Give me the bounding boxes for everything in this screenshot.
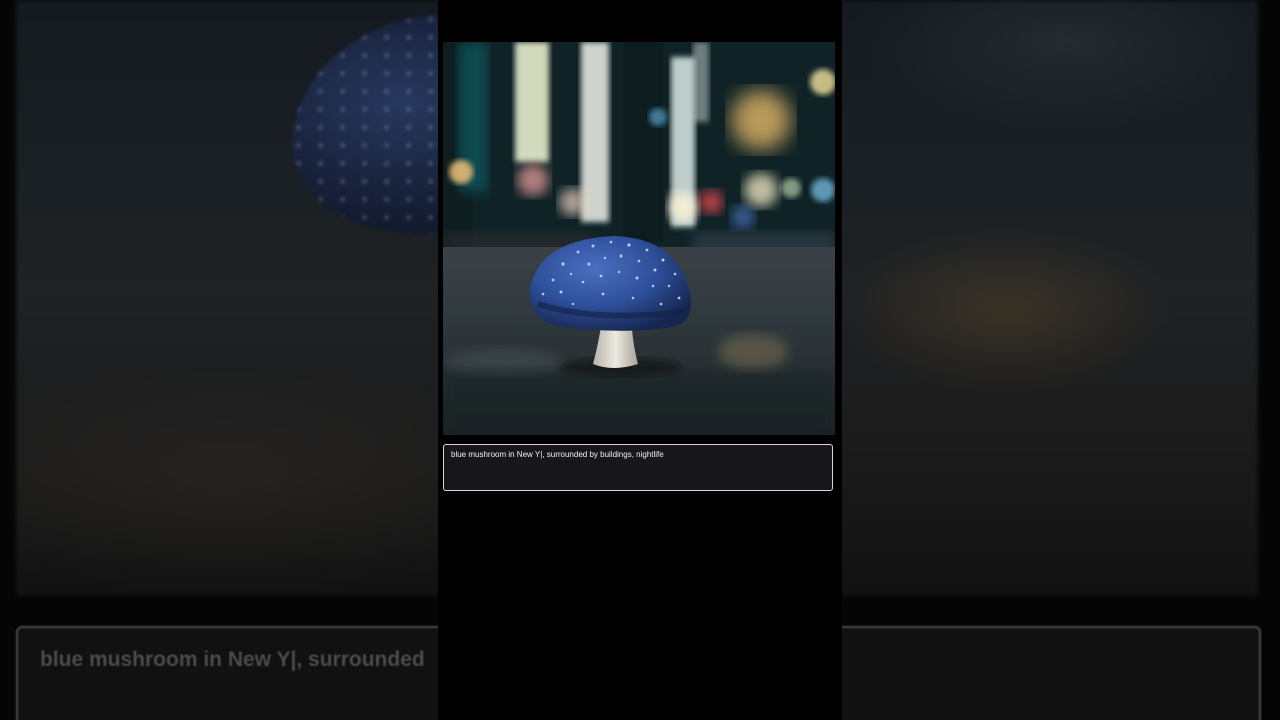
mushroom-street-illustration xyxy=(443,42,835,435)
prompt-text: blue mushroom in New Y|, surrounded by b… xyxy=(451,450,664,459)
blurred-prompt-text: blue mushroom in New Y|, surrounded xyxy=(40,648,425,671)
center-panel: blue mushroom in New Y|, surrounded by b… xyxy=(438,0,842,720)
prompt-textbox[interactable]: blue mushroom in New Y|, surrounded by b… xyxy=(443,444,833,491)
generated-image[interactable] xyxy=(443,42,835,435)
video-frame: blue mushroom in New Y|, surrounded blue… xyxy=(0,0,1280,720)
